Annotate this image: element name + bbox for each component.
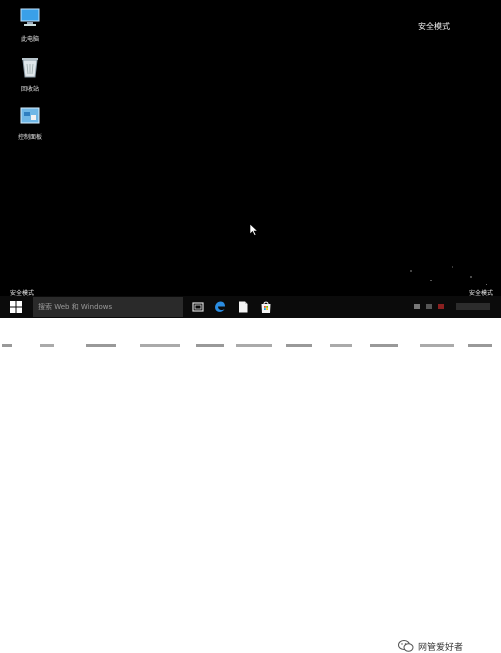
control-panel-icon <box>20 107 40 124</box>
desktop-icon-this-pc[interactable]: 此电脑 <box>13 8 47 43</box>
watermark-text: 网管爱好者 <box>418 642 464 653</box>
desktop-icon-control-panel[interactable]: 控制面板 <box>13 106 47 141</box>
windows-start-icon[interactable] <box>10 301 22 313</box>
desktop-icon-recycle-bin[interactable]: 回收站 <box>13 56 47 93</box>
desktop-icon-label: 控制面板 <box>17 134 42 141</box>
taskbar: 搜索 Web 和 Windows <box>0 296 501 318</box>
clock[interactable] <box>456 303 490 310</box>
computer-icon <box>20 8 40 26</box>
desktop-icon-label: 回收站 <box>20 86 39 93</box>
tray-icon[interactable] <box>426 304 432 309</box>
store-icon[interactable] <box>259 300 273 314</box>
wechat-icon <box>398 640 414 652</box>
tray-icon[interactable] <box>414 304 420 309</box>
edge-icon[interactable] <box>213 300 227 314</box>
mouse-cursor-icon <box>250 224 258 236</box>
recycle-bin-icon <box>22 58 38 78</box>
desktop-icon-label: 此电脑 <box>20 36 39 43</box>
search-box[interactable]: 搜索 Web 和 Windows <box>33 297 183 317</box>
system-tray[interactable] <box>412 302 492 312</box>
watermark: 网管爱好者 <box>398 639 463 653</box>
safe-mode-label-top: 安全模式 <box>418 22 450 31</box>
tray-icon[interactable] <box>438 304 444 309</box>
file-icon[interactable] <box>236 300 250 314</box>
cropped-text-strip <box>2 344 492 347</box>
desktop: 此电脑 回收站 控制面板 安全模式 安全模式 安全模式 搜索 Web 和 Win… <box>0 0 501 318</box>
task-view-icon[interactable] <box>191 300 205 314</box>
